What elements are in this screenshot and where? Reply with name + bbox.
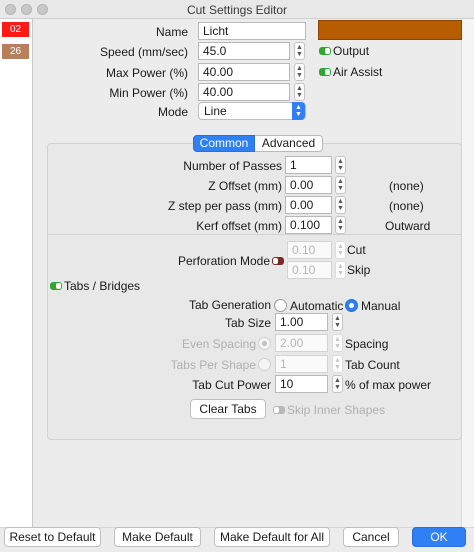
tabs-per-shape-field[interactable]: 1 <box>275 355 328 373</box>
kerf-note: Outward <box>385 219 431 233</box>
layer-item-26[interactable]: 26 <box>2 44 29 59</box>
air-assist-toggle[interactable] <box>319 68 331 76</box>
tab-common[interactable]: Common <box>193 135 255 152</box>
z-offset-field[interactable]: 0.00 <box>285 176 332 194</box>
tab-generation-automatic-radio[interactable] <box>274 299 287 312</box>
kerf-field[interactable]: 0.100 <box>285 216 332 234</box>
title-bar: Cut Settings Editor <box>0 0 474 19</box>
tabs-per-shape-stepper[interactable]: ▲ ▼ <box>332 355 343 373</box>
tab-generation-label: Tab Generation <box>188 298 271 312</box>
tab-advanced[interactable]: Advanced <box>255 135 323 152</box>
kerf-stepper[interactable]: ▲ ▼ <box>335 216 346 234</box>
tabs-bridges-toggle[interactable] <box>50 282 62 290</box>
chevron-updown-icon: ▲ ▼ <box>292 102 305 120</box>
ok-button[interactable]: OK <box>412 527 466 547</box>
even-spacing-stepper[interactable]: ▲ ▼ <box>332 334 343 352</box>
tabs-bridges-label: Tabs / Bridges <box>64 279 141 293</box>
speed-stepper[interactable]: ▲ ▼ <box>294 42 305 60</box>
tab-generation-manual-radio[interactable] <box>345 299 358 312</box>
section-divider <box>47 234 462 235</box>
tabs-per-shape-unit: Tab Count <box>345 358 400 372</box>
tab-cut-power-stepper[interactable]: ▲ ▼ <box>332 375 343 393</box>
even-spacing-field[interactable]: 2.00 <box>275 334 328 352</box>
z-offset-note: (none) <box>389 179 424 193</box>
layer-color-swatch[interactable] <box>318 20 462 40</box>
z-offset-label: Z Offset (mm) <box>208 179 282 193</box>
mode-label: Mode <box>157 105 188 119</box>
tab-size-field[interactable]: 1.00 <box>275 313 328 331</box>
passes-field[interactable]: 1 <box>285 156 332 174</box>
air-assist-label: Air Assist <box>333 65 383 79</box>
even-spacing-radio[interactable] <box>258 337 271 350</box>
z-offset-stepper[interactable]: ▲ ▼ <box>335 176 346 194</box>
even-spacing-unit: Spacing <box>345 337 389 351</box>
perforation-label: Perforation Mode <box>177 254 270 268</box>
speed-label: Speed (mm/sec) <box>99 45 188 59</box>
speed-field[interactable]: 45.0 <box>198 42 290 60</box>
tab-generation-manual-label: Manual <box>361 299 401 313</box>
cancel-button[interactable]: Cancel <box>343 527 399 547</box>
min-power-field[interactable]: 40.00 <box>198 83 290 101</box>
tab-cut-power-label: Tab Cut Power <box>192 378 271 392</box>
perforation-skip-label: Skip <box>347 263 371 277</box>
min-power-label: Min Power (%) <box>109 86 188 100</box>
perforation-toggle[interactable] <box>272 257 284 265</box>
skip-inner-shapes-toggle[interactable] <box>273 406 285 414</box>
max-power-label: Max Power (%) <box>105 66 188 80</box>
make-default-button[interactable]: Make Default <box>114 527 201 547</box>
clear-tabs-button[interactable]: Clear Tabs <box>190 399 266 419</box>
reset-to-default-button[interactable]: Reset to Default <box>4 527 101 547</box>
perforation-cut-label: Cut <box>347 243 366 257</box>
name-field[interactable]: Licht <box>198 22 306 40</box>
perforation-skip-stepper[interactable]: ▲ ▼ <box>335 261 346 279</box>
perforation-cut-field[interactable]: 0.10 <box>287 241 332 259</box>
max-power-stepper[interactable]: ▲ ▼ <box>294 63 305 81</box>
tab-size-stepper[interactable]: ▲ ▼ <box>332 313 343 331</box>
layer-item-02[interactable]: 02 <box>2 22 29 37</box>
layer-list: 02 26 <box>0 19 33 527</box>
min-power-stepper[interactable]: ▲ ▼ <box>294 83 305 101</box>
mode-select[interactable]: Line ▲ ▼ <box>198 102 306 120</box>
tab-size-label: Tab Size <box>224 316 271 330</box>
tabs-per-shape-radio[interactable] <box>258 358 271 371</box>
name-label: Name <box>155 25 188 39</box>
even-spacing-label: Even Spacing <box>181 337 256 351</box>
tab-generation-automatic-label: Automatic <box>290 299 344 313</box>
tabs-per-shape-label: Tabs Per Shape <box>170 358 256 372</box>
window-title: Cut Settings Editor <box>186 3 288 17</box>
make-default-for-all-button[interactable]: Make Default for All <box>214 527 330 547</box>
passes-stepper[interactable]: ▲ ▼ <box>335 156 346 174</box>
z-step-label: Z step per pass (mm) <box>167 199 282 213</box>
mode-value: Line <box>204 104 227 118</box>
right-scroll-strip <box>461 19 474 527</box>
z-step-note: (none) <box>389 199 424 213</box>
kerf-label: Kerf offset (mm) <box>196 219 282 233</box>
output-toggle[interactable] <box>319 47 331 55</box>
skip-inner-shapes-label: Skip Inner Shapes <box>287 403 386 417</box>
z-step-field[interactable]: 0.00 <box>285 196 332 214</box>
tab-cut-power-field[interactable]: 10 <box>275 375 328 393</box>
passes-label: Number of Passes <box>183 159 282 173</box>
perforation-skip-field[interactable]: 0.10 <box>287 261 332 279</box>
max-power-field[interactable]: 40.00 <box>198 63 290 81</box>
z-step-stepper[interactable]: ▲ ▼ <box>335 196 346 214</box>
tab-cut-power-unit: % of max power <box>345 378 432 392</box>
output-label: Output <box>333 44 370 58</box>
perforation-cut-stepper[interactable]: ▲ ▼ <box>335 241 346 259</box>
